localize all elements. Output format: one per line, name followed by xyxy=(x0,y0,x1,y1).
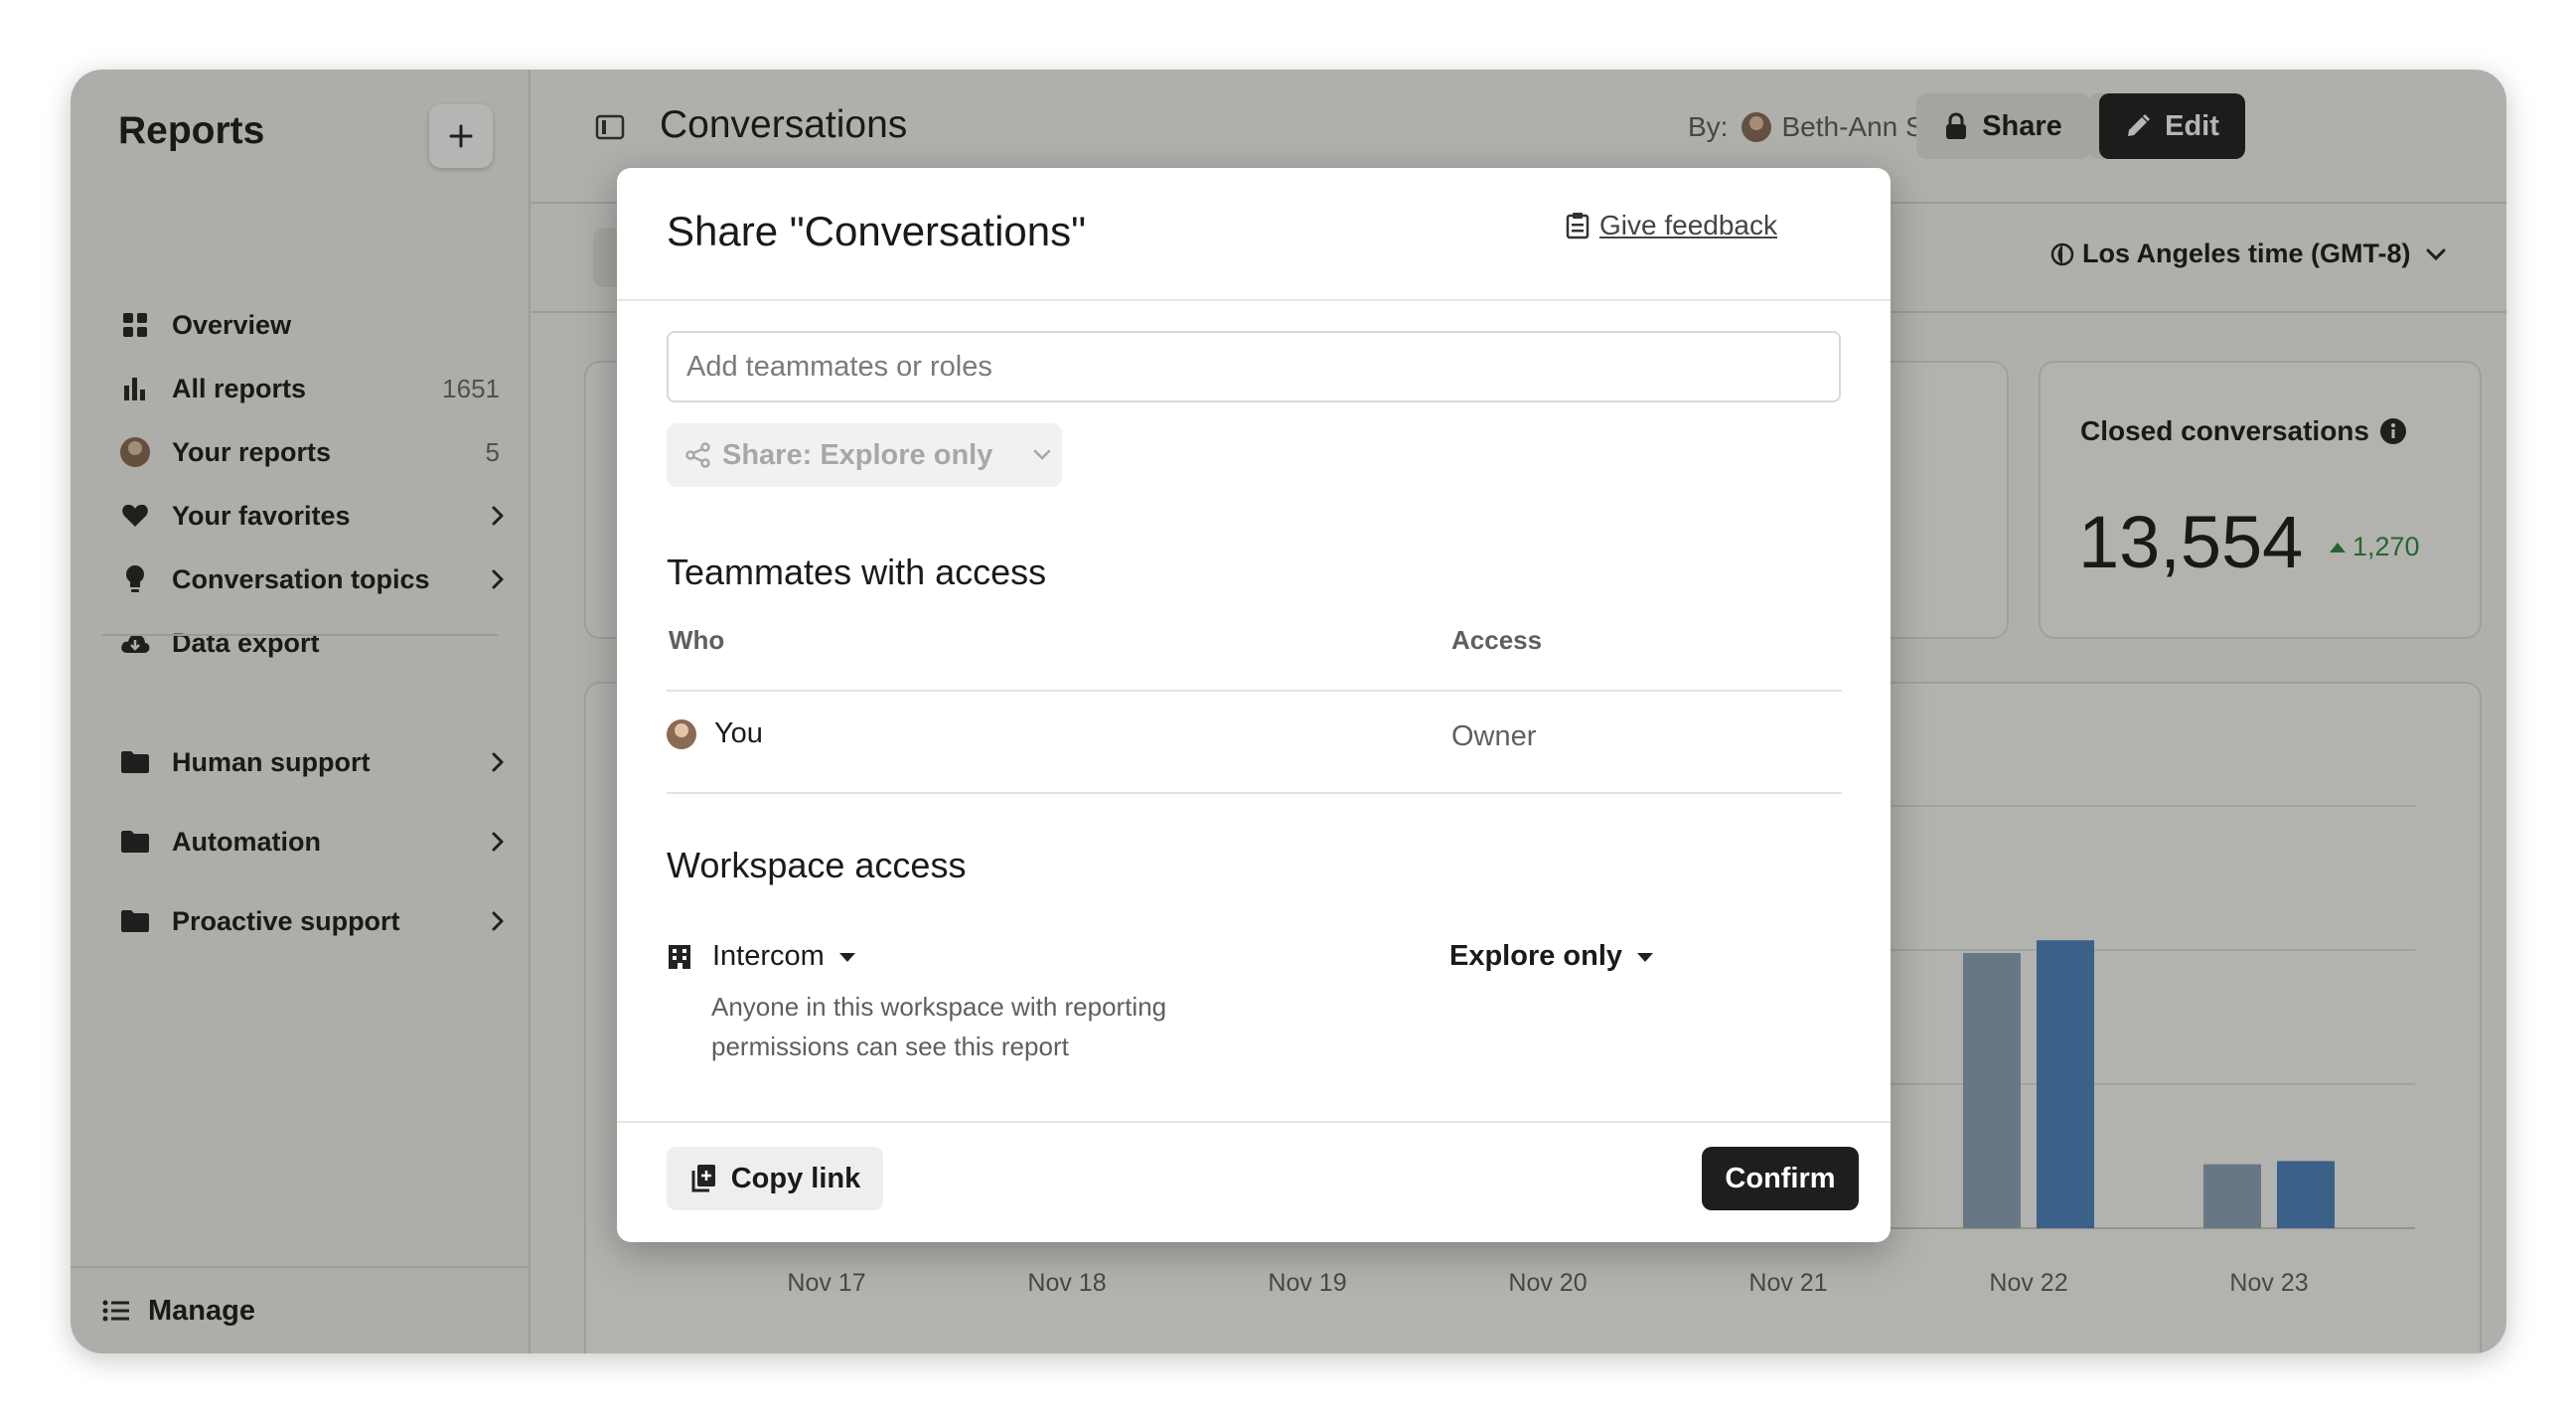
workspace-access-label: Explore only xyxy=(1449,940,1623,972)
give-feedback-label: Give feedback xyxy=(1599,210,1777,240)
avatar xyxy=(667,718,696,749)
table-divider xyxy=(667,690,1842,692)
chart-x-tick-label: Nov 22 xyxy=(1989,1269,2067,1297)
workspace-name: Intercom xyxy=(712,940,825,972)
chart-x-tick-label: Nov 17 xyxy=(787,1269,865,1297)
copy-link-label: Copy link xyxy=(730,1162,861,1194)
chart-x-tick-label: Nov 18 xyxy=(1027,1269,1106,1297)
teammate-name: You xyxy=(714,717,763,749)
teammates-input[interactable] xyxy=(667,331,1841,402)
chart-x-tick-label: Nov 21 xyxy=(1748,1269,1827,1297)
copy-icon xyxy=(691,1165,715,1192)
building-icon xyxy=(669,944,690,969)
column-header-access: Access xyxy=(1451,625,1543,655)
share-modal: Share "Conversations" Give feedback Shar… xyxy=(617,168,1891,1242)
share-permission-label: Share: Explore only xyxy=(722,438,993,471)
confirm-label: Confirm xyxy=(1725,1162,1836,1194)
share-permission-dropdown[interactable]: Share: Explore only xyxy=(667,423,1062,487)
caret-down-icon xyxy=(1637,952,1654,962)
modal-title: Share "Conversations" xyxy=(667,208,1087,254)
column-header-who: Who xyxy=(669,625,725,655)
chart-bar[interactable] xyxy=(2277,1161,2335,1228)
chart-bar[interactable] xyxy=(1963,953,2021,1228)
chart-x-tick-label: Nov 20 xyxy=(1508,1269,1587,1297)
table-divider xyxy=(667,792,1842,794)
teammates-heading: Teammates with access xyxy=(667,552,1047,592)
modal-divider xyxy=(617,299,1891,301)
chart-x-tick-label: Nov 19 xyxy=(1268,1269,1346,1297)
workspace-heading: Workspace access xyxy=(667,845,967,885)
chevron-down-icon xyxy=(1034,449,1051,460)
workspace-access-dropdown[interactable]: Explore only xyxy=(1449,940,1654,973)
chart-bar[interactable] xyxy=(2037,940,2094,1228)
confirm-button[interactable]: Confirm xyxy=(1702,1147,1859,1210)
chart-x-tick-label: Nov 23 xyxy=(2229,1269,2308,1297)
modal-divider xyxy=(617,1121,1891,1123)
workspace-description: Anyone in this workspace with reporting … xyxy=(711,992,1167,1061)
share-icon xyxy=(685,442,710,468)
give-feedback-link[interactable]: Give feedback xyxy=(1566,210,1777,241)
chart-bar[interactable] xyxy=(2203,1164,2261,1228)
copy-link-button[interactable]: Copy link xyxy=(667,1147,883,1210)
workspace-selector[interactable]: Intercom xyxy=(667,940,856,973)
clipboard-icon xyxy=(1566,213,1590,239)
caret-down-icon xyxy=(838,952,855,962)
teammate-row: You xyxy=(667,717,763,750)
teammate-access: Owner xyxy=(1451,720,1537,752)
